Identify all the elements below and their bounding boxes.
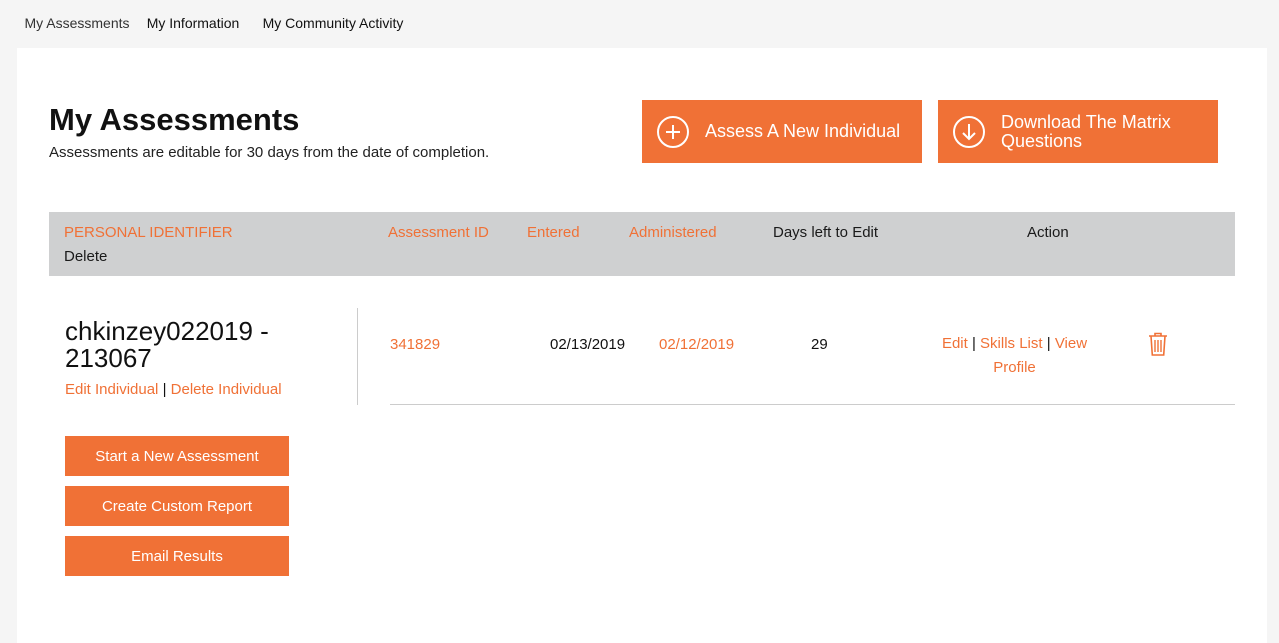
tab-my-community-activity[interactable]: My Community Activity [258,0,408,52]
download-matrix-questions-button[interactable]: Download The Matrix Questions [938,100,1218,163]
skills-list-link[interactable]: Skills List [980,335,1043,352]
tab-my-information[interactable]: My Information [145,0,241,52]
table-header: PERSONAL IDENTIFIER Delete Assessment ID… [49,212,1235,276]
row-actions: Edit | Skills List | View Profile [932,332,1097,380]
delete-individual-link[interactable]: Delete Individual [171,381,282,398]
tab-my-assessments[interactable]: My Assessments [17,0,137,52]
vertical-divider [357,308,358,405]
administered-date-link[interactable]: 02/12/2019 [659,336,734,353]
header-entered[interactable]: Entered [527,224,580,241]
action-separator: | [971,335,976,352]
page-title: My Assessments [49,102,300,137]
entered-date: 02/13/2019 [550,336,626,353]
create-custom-report-button[interactable]: Create Custom Report [65,486,289,526]
individual-links: Edit Individual | Delete Individual [65,381,282,398]
trash-icon[interactable] [1147,331,1169,357]
edit-individual-link[interactable]: Edit Individual [65,381,158,398]
row-divider [390,404,1235,405]
top-nav: My Assessments My Information My Communi… [17,0,1267,52]
header-days-left: Days left to Edit [773,224,879,241]
download-matrix-questions-label: Download The Matrix Questions [1001,111,1171,151]
page-subtitle: Assessments are editable for 30 days fro… [49,144,490,161]
start-new-assessment-button[interactable]: Start a New Assessment [65,436,289,476]
arrow-down-circle-icon [953,115,985,148]
header-administered[interactable]: Administered [629,224,717,241]
edit-assessment-link[interactable]: Edit [942,335,968,352]
main-panel: My Assessments Assessments are editable … [17,48,1267,643]
link-separator: | [162,381,167,398]
header-action: Action [1027,224,1069,241]
header-assessment-id[interactable]: Assessment ID [388,224,489,241]
assess-new-individual-label: Assess A New Individual [705,121,901,141]
assessment-id-link[interactable]: 341829 [390,336,440,353]
plus-circle-icon [657,115,689,148]
action-separator: | [1046,335,1051,352]
header-personal-identifier[interactable]: PERSONAL IDENTIFIER [64,224,233,241]
assess-new-individual-button[interactable]: Assess A New Individual [642,100,922,163]
days-left-value: 29 [811,336,828,353]
header-delete: Delete [64,248,108,265]
individual-name: chkinzey022019 - 213067 [65,316,269,373]
email-results-button[interactable]: Email Results [65,536,289,576]
